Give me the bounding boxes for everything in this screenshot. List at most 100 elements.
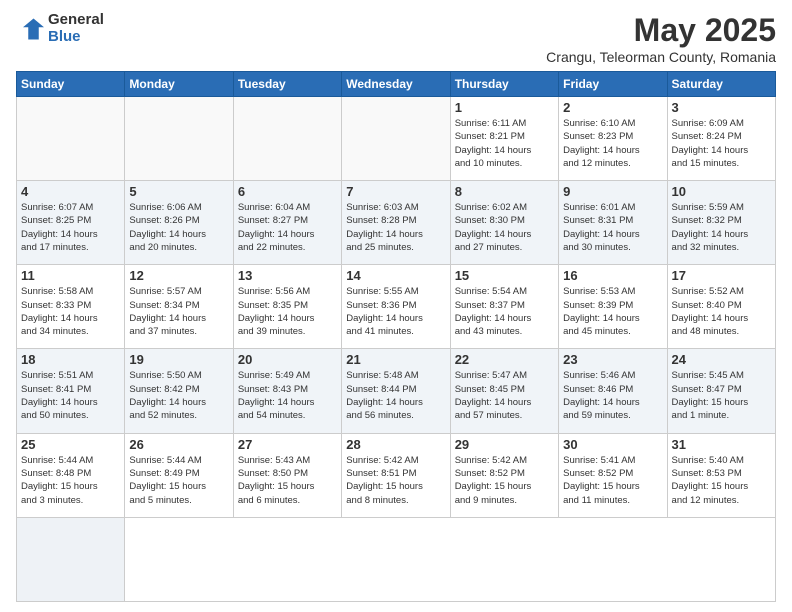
day-info: Sunrise: 6:07 AM Sunset: 8:25 PM Dayligh… — [21, 201, 120, 254]
day-info: Sunrise: 6:03 AM Sunset: 8:28 PM Dayligh… — [346, 201, 445, 254]
page: General Blue May 2025 Crangu, Teleorman … — [0, 0, 792, 612]
day-number: 11 — [21, 268, 120, 283]
day-info: Sunrise: 5:41 AM Sunset: 8:52 PM Dayligh… — [563, 454, 662, 507]
title-block: May 2025 Crangu, Teleorman County, Roman… — [546, 12, 776, 65]
day-info: Sunrise: 5:45 AM Sunset: 8:47 PM Dayligh… — [672, 369, 771, 422]
day-number: 8 — [455, 184, 554, 199]
calendar-cell: 20 Sunrise: 5:49 AM Sunset: 8:43 PM Dayli… — [233, 349, 341, 433]
day-info: Sunrise: 6:09 AM Sunset: 8:24 PM Dayligh… — [672, 117, 771, 170]
logo-text: General Blue — [48, 12, 104, 45]
day-info: Sunrise: 5:49 AM Sunset: 8:43 PM Dayligh… — [238, 369, 337, 422]
day-number: 15 — [455, 268, 554, 283]
day-number: 2 — [563, 100, 662, 115]
day-info: Sunrise: 5:50 AM Sunset: 8:42 PM Dayligh… — [129, 369, 228, 422]
calendar-cell — [125, 97, 233, 181]
day-number: 16 — [563, 268, 662, 283]
calendar-cell: 21 Sunrise: 5:48 AM Sunset: 8:44 PM Dayli… — [342, 349, 450, 433]
weekday-header: Wednesday — [342, 72, 450, 97]
day-info: Sunrise: 5:42 AM Sunset: 8:51 PM Dayligh… — [346, 454, 445, 507]
main-title: May 2025 — [546, 12, 776, 49]
calendar-table: SundayMondayTuesdayWednesdayThursdayFrid… — [16, 71, 776, 602]
day-number: 18 — [21, 352, 120, 367]
calendar-cell: 19 Sunrise: 5:50 AM Sunset: 8:42 PM Dayli… — [125, 349, 233, 433]
day-info: Sunrise: 6:02 AM Sunset: 8:30 PM Dayligh… — [455, 201, 554, 254]
day-info: Sunrise: 5:42 AM Sunset: 8:52 PM Dayligh… — [455, 454, 554, 507]
calendar-cell: 18 Sunrise: 5:51 AM Sunset: 8:41 PM Dayli… — [17, 349, 125, 433]
day-info: Sunrise: 6:10 AM Sunset: 8:23 PM Dayligh… — [563, 117, 662, 170]
day-number: 24 — [672, 352, 771, 367]
calendar-cell: 23 Sunrise: 5:46 AM Sunset: 8:46 PM Dayli… — [559, 349, 667, 433]
calendar-cell: 5Sunrise: 6:06 AM Sunset: 8:26 PM Daylig… — [125, 181, 233, 265]
day-info: Sunrise: 6:01 AM Sunset: 8:31 PM Dayligh… — [563, 201, 662, 254]
day-info: Sunrise: 5:52 AM Sunset: 8:40 PM Dayligh… — [672, 285, 771, 338]
day-number: 27 — [238, 437, 337, 452]
weekday-header-row: SundayMondayTuesdayWednesdayThursdayFrid… — [17, 72, 776, 97]
calendar-cell: 30 Sunrise: 5:41 AM Sunset: 8:52 PM Dayli… — [559, 433, 667, 517]
weekday-header: Friday — [559, 72, 667, 97]
day-info: Sunrise: 5:51 AM Sunset: 8:41 PM Dayligh… — [21, 369, 120, 422]
calendar-row — [17, 517, 776, 601]
day-info: Sunrise: 5:53 AM Sunset: 8:39 PM Dayligh… — [563, 285, 662, 338]
day-number: 19 — [129, 352, 228, 367]
calendar-cell: 8 Sunrise: 6:02 AM Sunset: 8:30 PM Daylig… — [450, 181, 558, 265]
calendar-row: 18 Sunrise: 5:51 AM Sunset: 8:41 PM Dayli… — [17, 349, 776, 433]
day-info: Sunrise: 5:54 AM Sunset: 8:37 PM Dayligh… — [455, 285, 554, 338]
day-info: Sunrise: 5:55 AM Sunset: 8:36 PM Dayligh… — [346, 285, 445, 338]
day-info: Sunrise: 5:40 AM Sunset: 8:53 PM Dayligh… — [672, 454, 771, 507]
calendar-cell: 27 Sunrise: 5:43 AM Sunset: 8:50 PM Dayli… — [233, 433, 341, 517]
day-info: Sunrise: 6:06 AM Sunset: 8:26 PM Dayligh… — [129, 201, 228, 254]
calendar-cell: 11 Sunrise: 5:58 AM Sunset: 8:33 PM Dayli… — [17, 265, 125, 349]
day-info: Sunrise: 5:58 AM Sunset: 8:33 PM Dayligh… — [21, 285, 120, 338]
calendar-cell: 1Sunrise: 6:11 AM Sunset: 8:21 PM Daylig… — [450, 97, 558, 181]
day-number: 3 — [672, 100, 771, 115]
day-number: 9 — [563, 184, 662, 199]
day-number: 6 — [238, 184, 337, 199]
day-info: Sunrise: 5:57 AM Sunset: 8:34 PM Dayligh… — [129, 285, 228, 338]
day-number: 22 — [455, 352, 554, 367]
day-number: 28 — [346, 437, 445, 452]
calendar-cell: 25Sunrise: 5:44 AM Sunset: 8:48 PM Dayli… — [17, 433, 125, 517]
calendar-cell: 31 Sunrise: 5:40 AM Sunset: 8:53 PM Dayli… — [667, 433, 775, 517]
calendar-cell: 12 Sunrise: 5:57 AM Sunset: 8:34 PM Dayli… — [125, 265, 233, 349]
calendar-row: 25Sunrise: 5:44 AM Sunset: 8:48 PM Dayli… — [17, 433, 776, 517]
day-number: 20 — [238, 352, 337, 367]
calendar-cell: 6Sunrise: 6:04 AM Sunset: 8:27 PM Daylig… — [233, 181, 341, 265]
logo: General Blue — [16, 12, 104, 45]
calendar-cell: 16 Sunrise: 5:53 AM Sunset: 8:39 PM Dayli… — [559, 265, 667, 349]
day-number: 12 — [129, 268, 228, 283]
calendar-cell — [233, 97, 341, 181]
calendar-cell — [17, 97, 125, 181]
weekday-header: Saturday — [667, 72, 775, 97]
calendar-cell: 9 Sunrise: 6:01 AM Sunset: 8:31 PM Daylig… — [559, 181, 667, 265]
day-number: 23 — [563, 352, 662, 367]
calendar-cell: 15 Sunrise: 5:54 AM Sunset: 8:37 PM Dayli… — [450, 265, 558, 349]
calendar-cell: 4 Sunrise: 6:07 AM Sunset: 8:25 PM Daylig… — [17, 181, 125, 265]
calendar-cell: 28 Sunrise: 5:42 AM Sunset: 8:51 PM Dayli… — [342, 433, 450, 517]
day-number: 7 — [346, 184, 445, 199]
day-info: Sunrise: 5:48 AM Sunset: 8:44 PM Dayligh… — [346, 369, 445, 422]
calendar-cell: 26Sunrise: 5:44 AM Sunset: 8:49 PM Dayli… — [125, 433, 233, 517]
day-number: 30 — [563, 437, 662, 452]
day-number: 4 — [21, 184, 120, 199]
day-number: 13 — [238, 268, 337, 283]
calendar-row: 11 Sunrise: 5:58 AM Sunset: 8:33 PM Dayli… — [17, 265, 776, 349]
logo-icon — [16, 15, 44, 43]
calendar-cell: 24 Sunrise: 5:45 AM Sunset: 8:47 PM Dayli… — [667, 349, 775, 433]
day-number: 21 — [346, 352, 445, 367]
weekday-header: Thursday — [450, 72, 558, 97]
day-number: 31 — [672, 437, 771, 452]
day-number: 1 — [455, 100, 554, 115]
calendar-cell: 17 Sunrise: 5:52 AM Sunset: 8:40 PM Dayli… — [667, 265, 775, 349]
logo-general: General — [48, 12, 104, 29]
calendar-cell: 29Sunrise: 5:42 AM Sunset: 8:52 PM Dayli… — [450, 433, 558, 517]
day-number: 17 — [672, 268, 771, 283]
day-info: Sunrise: 5:43 AM Sunset: 8:50 PM Dayligh… — [238, 454, 337, 507]
day-info: Sunrise: 5:44 AM Sunset: 8:48 PM Dayligh… — [21, 454, 120, 507]
day-number: 10 — [672, 184, 771, 199]
weekday-header: Tuesday — [233, 72, 341, 97]
day-info: Sunrise: 5:46 AM Sunset: 8:46 PM Dayligh… — [563, 369, 662, 422]
weekday-header: Monday — [125, 72, 233, 97]
weekday-header: Sunday — [17, 72, 125, 97]
subtitle: Crangu, Teleorman County, Romania — [546, 49, 776, 65]
day-number: 26 — [129, 437, 228, 452]
